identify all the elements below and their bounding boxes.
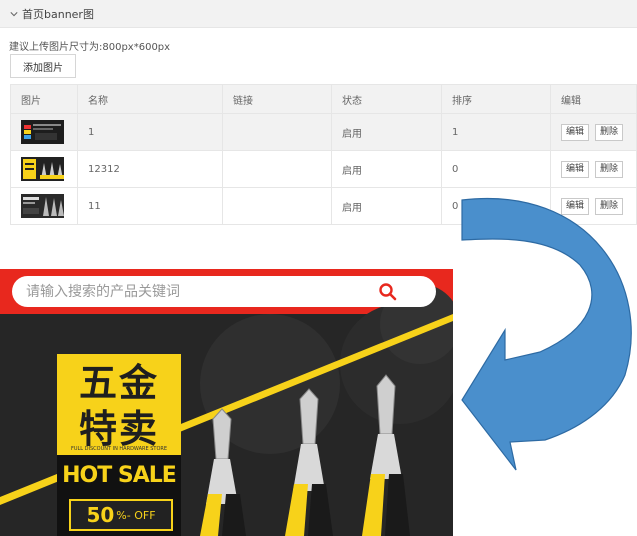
curved-arrow [461,197,632,471]
